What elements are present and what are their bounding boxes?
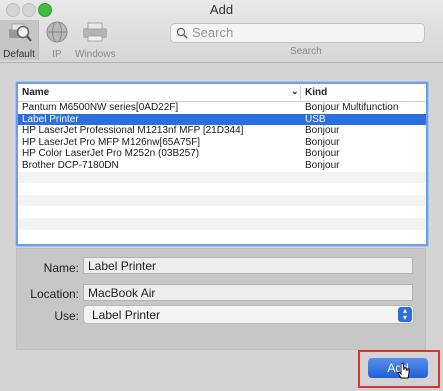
printer-row[interactable]: Pantum M6500NW series[0AD22F] Bonjour Mu…: [18, 102, 426, 114]
toolbar-ip-label: IP: [52, 49, 62, 60]
use-driver-select[interactable]: Label Printer ▴ ▾: [83, 305, 414, 324]
printer-kind: Bonjour: [305, 136, 340, 148]
toolbar-default-button[interactable]: Default: [0, 20, 39, 60]
printer-name: HP Color LaserJet Pro M252n (03B257): [22, 148, 200, 160]
printer-kind: Bonjour: [305, 125, 340, 137]
column-divider[interactable]: [300, 86, 301, 99]
use-driver-value: Label Printer: [92, 308, 161, 322]
use-label: Use:: [54, 309, 79, 323]
toolbar-windows-label: Windows: [75, 49, 116, 60]
name-label: Name:: [43, 261, 79, 275]
printer-list[interactable]: Name ⌄ Kind Pantum M6500NW series[0AD22F…: [16, 82, 428, 246]
printer-kind: Bonjour: [305, 159, 340, 171]
printer-row-selected[interactable]: Label Printer USB: [18, 113, 426, 126]
printer-kind: USB: [305, 113, 326, 125]
list-header: Name ⌄ Kind: [18, 84, 426, 102]
toolbar-windows-button[interactable]: Windows: [75, 20, 116, 60]
location-label: Location:: [30, 287, 79, 301]
column-header-kind[interactable]: Kind: [305, 87, 327, 98]
empty-row: [18, 230, 426, 242]
location-field[interactable]: MacBook Air: [83, 284, 413, 301]
pointer-cursor-icon: [397, 362, 411, 383]
up-down-chevron-icon: ▴ ▾: [398, 307, 412, 322]
empty-row: [18, 171, 426, 184]
search-label: Search: [290, 46, 322, 57]
sort-chevron-icon[interactable]: ⌄: [291, 86, 299, 97]
empty-row: [18, 194, 426, 207]
toolbar-default-label: Default: [3, 49, 35, 60]
search-icon: [176, 27, 188, 42]
printer-name: HP LaserJet Pro MFP M126nw[65A75F]: [22, 136, 201, 148]
empty-row: [18, 183, 426, 195]
printer-row[interactable]: Brother DCP-7180DN Bonjour: [18, 160, 426, 172]
toolbar-ip-button[interactable]: IP: [44, 20, 70, 60]
name-field[interactable]: Label Printer: [83, 257, 413, 274]
printer-row[interactable]: HP Color LaserJet Pro M252n (03B257) Bon…: [18, 148, 426, 160]
printer-row[interactable]: HP LaserJet Professional M1213nf MFP [21…: [18, 125, 426, 137]
printer-details-form: Name: Label Printer Location: MacBook Ai…: [16, 248, 426, 350]
column-header-name[interactable]: Name: [22, 87, 49, 98]
printer-kind: Bonjour: [305, 148, 340, 160]
printer-name: Pantum M6500NW series[0AD22F]: [22, 102, 179, 113]
window-title: Add: [209, 2, 234, 17]
printer-search-icon: [0, 20, 38, 47]
search-placeholder: Search: [192, 25, 234, 40]
search-input[interactable]: Search: [170, 23, 425, 43]
printer-kind: Bonjour Multifunction: [305, 102, 399, 113]
printer-name: Label Printer: [22, 113, 79, 125]
printer-row[interactable]: HP LaserJet Pro MFP M126nw[65A75F] Bonjo…: [18, 137, 426, 149]
printer-name: HP LaserJet Professional M1213nf MFP [21…: [22, 125, 244, 137]
empty-row: [18, 217, 426, 230]
globe-icon: [44, 20, 70, 47]
add-printer-window: Add Default IP Windows Search Search Nam…: [0, 0, 443, 391]
printer-name: Brother DCP-7180DN: [22, 159, 119, 171]
toolbar: Add Default IP Windows Search Search: [0, 0, 443, 63]
empty-row: [18, 206, 426, 218]
windows-printer-icon: [75, 20, 115, 47]
